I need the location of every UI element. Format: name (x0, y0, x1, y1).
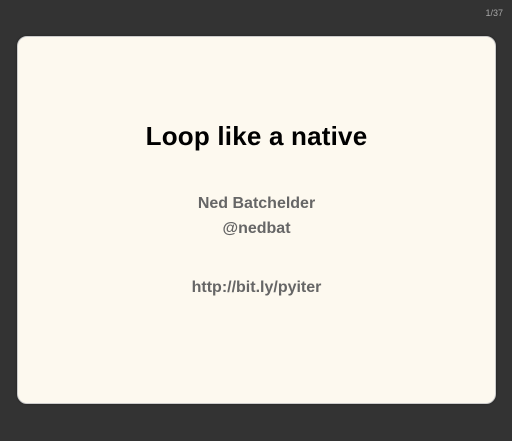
slide-counter: 1/37 (485, 8, 503, 18)
slide: Loop like a native Ned Batchelder @nedba… (17, 36, 496, 404)
author-name: Ned Batchelder (197, 195, 316, 212)
twitter-handle: @nedbat (222, 220, 291, 237)
slides-url: http://bit.ly/pyiter (191, 279, 322, 296)
slide-title: Loop like a native (145, 121, 368, 151)
